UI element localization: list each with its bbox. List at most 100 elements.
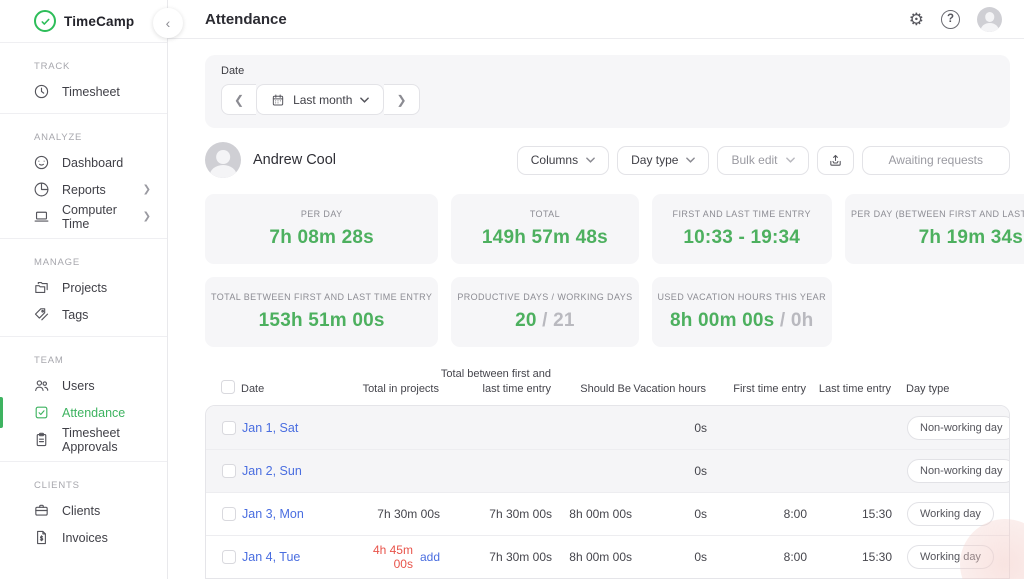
- select-all-checkbox[interactable]: [221, 380, 235, 394]
- stat-total-between: TOTAL BETWEEN FIRST AND LAST TIME ENTRY …: [205, 277, 438, 347]
- stat-label: FIRST AND LAST TIME ENTRY: [673, 209, 811, 219]
- table-row: Jan 1, Sat 0s Non-working day: [206, 406, 1009, 449]
- chevron-down-icon: [360, 97, 369, 103]
- stat-productive-days: PRODUCTIVE DAYS / WORKING DAYS 20 / 21: [451, 277, 638, 347]
- sidebar-item-clients[interactable]: Clients: [0, 497, 167, 524]
- stat-vacation-hours: USED VACATION HOURS THIS YEAR 8h 00m 00s…: [652, 277, 832, 347]
- sidebar-item-attendance[interactable]: Attendance: [0, 399, 167, 426]
- account-avatar[interactable]: [977, 7, 1002, 32]
- stat-label: PRODUCTIVE DAYS / WORKING DAYS: [457, 292, 632, 302]
- sidebar-item-users[interactable]: Users: [0, 372, 167, 399]
- sidebar-item-label: Reports: [62, 183, 106, 197]
- date-range-value: Last month: [293, 93, 352, 107]
- cell-day-type: Non-working day: [892, 459, 1010, 483]
- sidebar-item-reports[interactable]: Reports ❯: [0, 176, 167, 203]
- folders-icon: [33, 279, 50, 296]
- date-range-controls: ❮ Last month ❯: [221, 84, 994, 115]
- cell-vacation-hours: 0s: [632, 507, 707, 521]
- cell-day-type: Working day: [892, 545, 1009, 569]
- cell-vacation-hours: 0s: [632, 421, 707, 435]
- profile-toolbar-row: Andrew Cool Columns Day type Bulk edit: [205, 142, 1010, 178]
- day-type-dropdown[interactable]: Day type: [617, 146, 709, 175]
- columns-dropdown[interactable]: Columns: [517, 146, 609, 175]
- col-should-be: Should Be: [551, 382, 631, 396]
- export-button[interactable]: [817, 146, 854, 175]
- date-link[interactable]: Jan 1, Sat: [242, 421, 352, 435]
- date-filter-label: Date: [221, 65, 994, 77]
- stat-value: 20 / 21: [515, 310, 575, 332]
- sidebar-item-invoices[interactable]: Invoices: [0, 524, 167, 551]
- sidebar-item-label: Timesheet Approvals: [62, 426, 167, 454]
- section-label: MANAGE: [0, 249, 167, 274]
- sidebar-item-timesheet[interactable]: Timesheet: [0, 78, 167, 105]
- cell-first-time-entry: 8:00: [707, 550, 807, 564]
- stat-label: TOTAL: [530, 209, 560, 219]
- sidebar-section-clients: CLIENTS Clients Invoices: [0, 462, 167, 559]
- briefcase-icon: [33, 502, 50, 519]
- sidebar-collapse-button[interactable]: ‹: [153, 8, 183, 38]
- sidebar-item-tags[interactable]: Tags: [0, 301, 167, 328]
- app-window: TimeCamp ‹ TRACK Timesheet ANALYZE Dashb…: [0, 0, 1024, 579]
- section-label: TEAM: [0, 347, 167, 372]
- cell-last-time-entry: 15:30: [807, 507, 892, 521]
- stat-label: USED VACATION HOURS THIS YEAR: [658, 292, 826, 302]
- next-period-button[interactable]: ❯: [384, 84, 419, 115]
- calendar-icon: [271, 93, 285, 107]
- table-header: Date Total in projects Total between fir…: [205, 361, 1010, 405]
- settings-gear-icon[interactable]: ⚙: [909, 11, 924, 28]
- day-type-badge[interactable]: Non-working day: [907, 416, 1010, 440]
- stat-value: 149h 57m 48s: [482, 227, 608, 249]
- user-avatar: [205, 142, 241, 178]
- row-checkbox[interactable]: [222, 464, 236, 478]
- sidebar-item-label: Projects: [62, 281, 107, 295]
- cell-first-time-entry: 8:00: [707, 507, 807, 521]
- clock-icon: [33, 83, 50, 100]
- cell-total-between: 7h 30m 00s: [440, 550, 552, 564]
- cell-should-be: 8h 00m 00s: [552, 507, 632, 521]
- row-checkbox[interactable]: [222, 421, 236, 435]
- stat-value: 7h 08m 28s: [269, 227, 373, 249]
- date-link[interactable]: Jan 2, Sun: [242, 464, 352, 478]
- sidebar-item-dashboard[interactable]: Dashboard: [0, 149, 167, 176]
- pie-chart-icon: [33, 181, 50, 198]
- row-checkbox[interactable]: [222, 550, 236, 564]
- sidebar-item-computer-time[interactable]: Computer Time ❯: [0, 203, 167, 230]
- col-vacation-hours: Vacation hours: [631, 382, 706, 396]
- top-bar: Attendance ⚙ ?: [168, 0, 1024, 39]
- row-checkbox[interactable]: [222, 507, 236, 521]
- cell-should-be: 8h 00m 00s: [552, 550, 632, 564]
- page-title: Attendance: [205, 11, 287, 28]
- cell-day-type: Working day: [892, 502, 1009, 526]
- chevron-right-icon: ❯: [143, 211, 151, 222]
- help-icon[interactable]: ?: [941, 10, 960, 29]
- date-range-dropdown[interactable]: Last month: [256, 84, 384, 115]
- day-type-badge[interactable]: Non-working day: [907, 459, 1010, 483]
- sidebar-item-label: Users: [62, 379, 95, 393]
- sidebar-item-projects[interactable]: Projects: [0, 274, 167, 301]
- brand-name: TimeCamp: [64, 14, 134, 29]
- sidebar-item-label: Attendance: [62, 406, 125, 420]
- toolbar: Columns Day type Bulk edit: [517, 146, 1010, 175]
- sidebar-section-analyze: ANALYZE Dashboard Reports ❯ Computer Tim…: [0, 114, 167, 238]
- sidebar-item-label: Computer Time: [62, 203, 131, 231]
- cell-vacation-hours: 0s: [632, 464, 707, 478]
- day-type-badge[interactable]: Working day: [907, 545, 994, 569]
- awaiting-requests-button[interactable]: Awaiting requests: [862, 146, 1011, 175]
- col-first-time-entry: First time entry: [706, 382, 806, 396]
- add-time-link[interactable]: add: [420, 550, 440, 564]
- stat-total: TOTAL 149h 57m 48s: [451, 194, 638, 264]
- stat-label: TOTAL BETWEEN FIRST AND LAST TIME ENTRY: [211, 292, 432, 302]
- sidebar-item-label: Dashboard: [62, 156, 123, 170]
- table-row: Jan 3, Mon 7h 30m 00s 7h 30m 00s 8h 00m …: [206, 492, 1009, 535]
- prev-period-button[interactable]: ❮: [221, 84, 256, 115]
- underlogged-time: 4h 45m 00s: [352, 543, 413, 571]
- user-name: Andrew Cool: [253, 152, 336, 168]
- sidebar-item-timesheet-approvals[interactable]: Timesheet Approvals: [0, 426, 167, 453]
- bulk-edit-dropdown[interactable]: Bulk edit: [717, 146, 808, 175]
- col-day-type: Day type: [891, 382, 1010, 396]
- date-link[interactable]: Jan 3, Mon: [242, 507, 352, 521]
- brand-logo[interactable]: TimeCamp: [0, 0, 167, 42]
- section-label: ANALYZE: [0, 124, 167, 149]
- date-link[interactable]: Jan 4, Tue: [242, 550, 352, 564]
- day-type-badge[interactable]: Working day: [907, 502, 994, 526]
